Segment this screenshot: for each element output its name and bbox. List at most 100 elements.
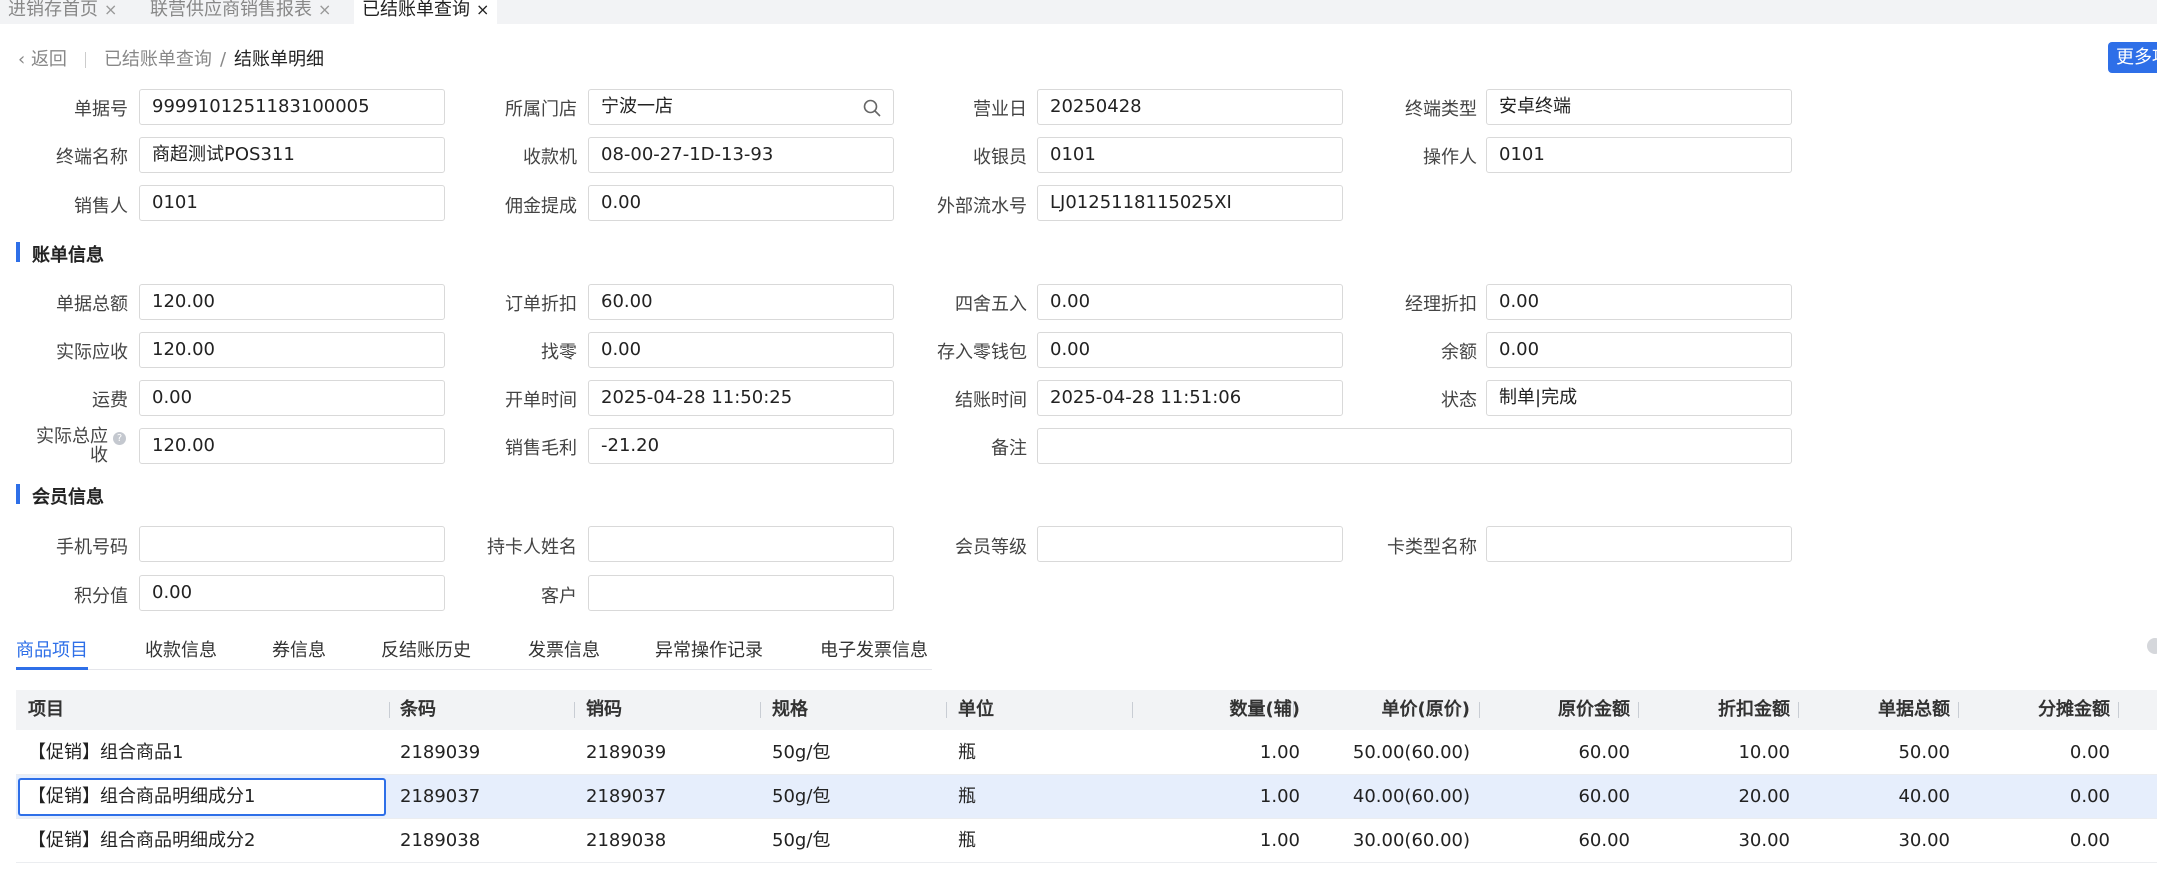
cell-original-amount: 60.00 [1578,786,1630,807]
col-item[interactable]: 项目 [28,690,64,730]
tab-label: 联营供应商销售报表 [150,0,312,20]
col-unit[interactable]: 单位 [958,690,994,730]
operator-field[interactable]: 0101 [1486,137,1792,173]
column-resizer[interactable] [389,702,390,718]
customer-field[interactable] [588,575,894,611]
terminal-type-field[interactable]: 安卓终端 [1486,89,1792,125]
phone-label: 手机号码 [56,537,128,558]
tab-invoice-info[interactable]: 发票信息 [528,636,600,670]
close-time-label: 结账时间 [955,390,1027,411]
salesperson-field[interactable]: 0101 [139,185,445,221]
total-field[interactable]: 120.00 [139,284,445,320]
card-holder-field[interactable] [588,526,894,562]
rounding-field[interactable]: 0.00 [1037,284,1343,320]
cashier-label: 收银员 [973,147,1027,168]
tab-e-invoice-info[interactable]: 电子发票信息 [820,636,928,670]
tab-exception-log[interactable]: 异常操作记录 [655,636,763,670]
close-icon[interactable]: × [476,0,489,19]
doc-no-field[interactable]: 9999101251183100005 [139,89,445,125]
page-tab-strip: 进销存首页 × 联营供应商销售报表 × 已结账单查询 × [0,0,2157,24]
status-field[interactable]: 制单|完成 [1486,380,1792,416]
tab-inventory-home[interactable]: 进销存首页 × [0,0,125,24]
col-sales-code[interactable]: 销码 [586,690,622,730]
tab-closed-bill-query[interactable]: 已结账单查询 × [354,0,498,24]
col-allocated-amount[interactable]: 分摊金额 [1970,690,2110,730]
table-row-selected[interactable]: 【促销】组合商品明细成分1 2189037 2189037 50g/包 瓶 1.… [16,775,2157,819]
member-level-field[interactable] [1037,526,1343,562]
cell-sales-code: 2189039 [586,742,667,763]
cell-item: 【促销】组合商品明细成分1 [28,786,256,807]
close-icon[interactable]: × [318,0,331,19]
cash-register-field[interactable]: 08-00-27-1D-13-93 [588,137,894,173]
col-discount-amount[interactable]: 折扣金额 [1650,690,1790,730]
phone-field[interactable] [139,526,445,562]
operator-label: 操作人 [1423,147,1477,168]
cell-unit: 瓶 [958,830,976,851]
more-button[interactable]: 更多项 [2108,42,2157,73]
terminal-name-field[interactable]: 商超测试POS311 [139,137,445,173]
table-row[interactable]: 【促销】组合商品1 2189039 2189039 50g/包 瓶 1.00 5… [16,731,2157,775]
points-field[interactable]: 0.00 [139,575,445,611]
remark-field[interactable] [1037,428,1792,464]
col-spec[interactable]: 规格 [772,690,808,730]
order-discount-field[interactable]: 60.00 [588,284,894,320]
cell-sales-code: 2189037 [586,786,667,807]
tab-product-items[interactable]: 商品项目 [16,636,88,670]
breadcrumb-parent[interactable]: 已结账单查询 [104,49,212,70]
cell-spec: 50g/包 [772,830,831,851]
column-resizer[interactable] [2118,702,2119,718]
tab-supplier-sales-report[interactable]: 联营供应商销售报表 × [142,0,339,24]
store-label: 所属门店 [505,99,577,120]
business-day-field[interactable]: 20250428 [1037,89,1343,125]
cell-original-amount: 60.00 [1578,742,1630,763]
order-discount-label: 订单折扣 [505,294,577,315]
commission-field[interactable]: 0.00 [588,185,894,221]
member-info-heading: 会员信息 [16,483,104,509]
cell-sales-code: 2189038 [586,830,667,851]
column-resizer[interactable] [1798,702,1799,718]
table-header: 项目 条码 销码 规格 单位 数量(辅) 单价(原价) 原价金额 折扣金额 单据… [16,690,2157,730]
store-field[interactable]: 宁波一店 [588,89,894,125]
actual-total-receivable-field[interactable]: 120.00 [139,428,445,464]
column-resizer[interactable] [1479,702,1480,718]
column-resizer[interactable] [760,702,761,718]
total-label: 单据总额 [56,294,128,315]
close-icon[interactable]: × [104,0,117,19]
actual-receivable-field[interactable]: 120.00 [139,332,445,368]
col-original-amount[interactable]: 原价金额 [1490,690,1630,730]
tab-label: 已结账单查询 [362,0,470,20]
col-doc-total[interactable]: 单据总额 [1810,690,1950,730]
change-field[interactable]: 0.00 [588,332,894,368]
balance-field[interactable]: 0.00 [1486,332,1792,368]
col-barcode[interactable]: 条码 [400,690,436,730]
tab-coupon-info[interactable]: 券信息 [272,636,326,670]
external-no-label: 外部流水号 [937,196,1027,217]
column-resizer[interactable] [1132,702,1133,718]
col-quantity[interactable]: 数量(辅) [1144,690,1300,730]
tab-reverse-history[interactable]: 反结账历史 [381,636,471,670]
search-icon[interactable] [863,99,881,117]
open-time-field[interactable]: 2025-04-28 11:50:25 [588,380,894,416]
close-time-field[interactable]: 2025-04-28 11:51:06 [1037,380,1343,416]
table-row[interactable]: 【促销】组合商品明细成分2 2189038 2189038 50g/包 瓶 1.… [16,819,2157,863]
card-type-field[interactable] [1486,526,1792,562]
to-wallet-field[interactable]: 0.00 [1037,332,1343,368]
column-resizer[interactable] [1293,702,1294,718]
manager-discount-field[interactable]: 0.00 [1486,284,1792,320]
column-resizer[interactable] [1958,702,1959,718]
column-resizer[interactable] [1638,702,1639,718]
cashier-field[interactable]: 0101 [1037,137,1343,173]
freight-field[interactable]: 0.00 [139,380,445,416]
external-no-field[interactable]: LJ0125118115025XI [1037,185,1343,221]
cell-barcode: 2189038 [400,830,481,851]
detail-tabs: 商品项目 收款信息 券信息 反结账历史 发票信息 异常操作记录 电子发票信息 [16,632,932,670]
back-button[interactable]: ‹ 返回 [18,49,67,70]
scroll-indicator[interactable] [2147,638,2157,654]
column-resizer[interactable] [946,702,947,718]
info-icon[interactable]: ? [113,432,126,445]
gross-profit-field[interactable]: -21.20 [588,428,894,464]
tab-payment-info[interactable]: 收款信息 [145,636,217,670]
column-resizer[interactable] [574,702,575,718]
col-unit-price[interactable]: 单价(原价) [1306,690,1470,730]
manager-discount-label: 经理折扣 [1405,294,1477,315]
